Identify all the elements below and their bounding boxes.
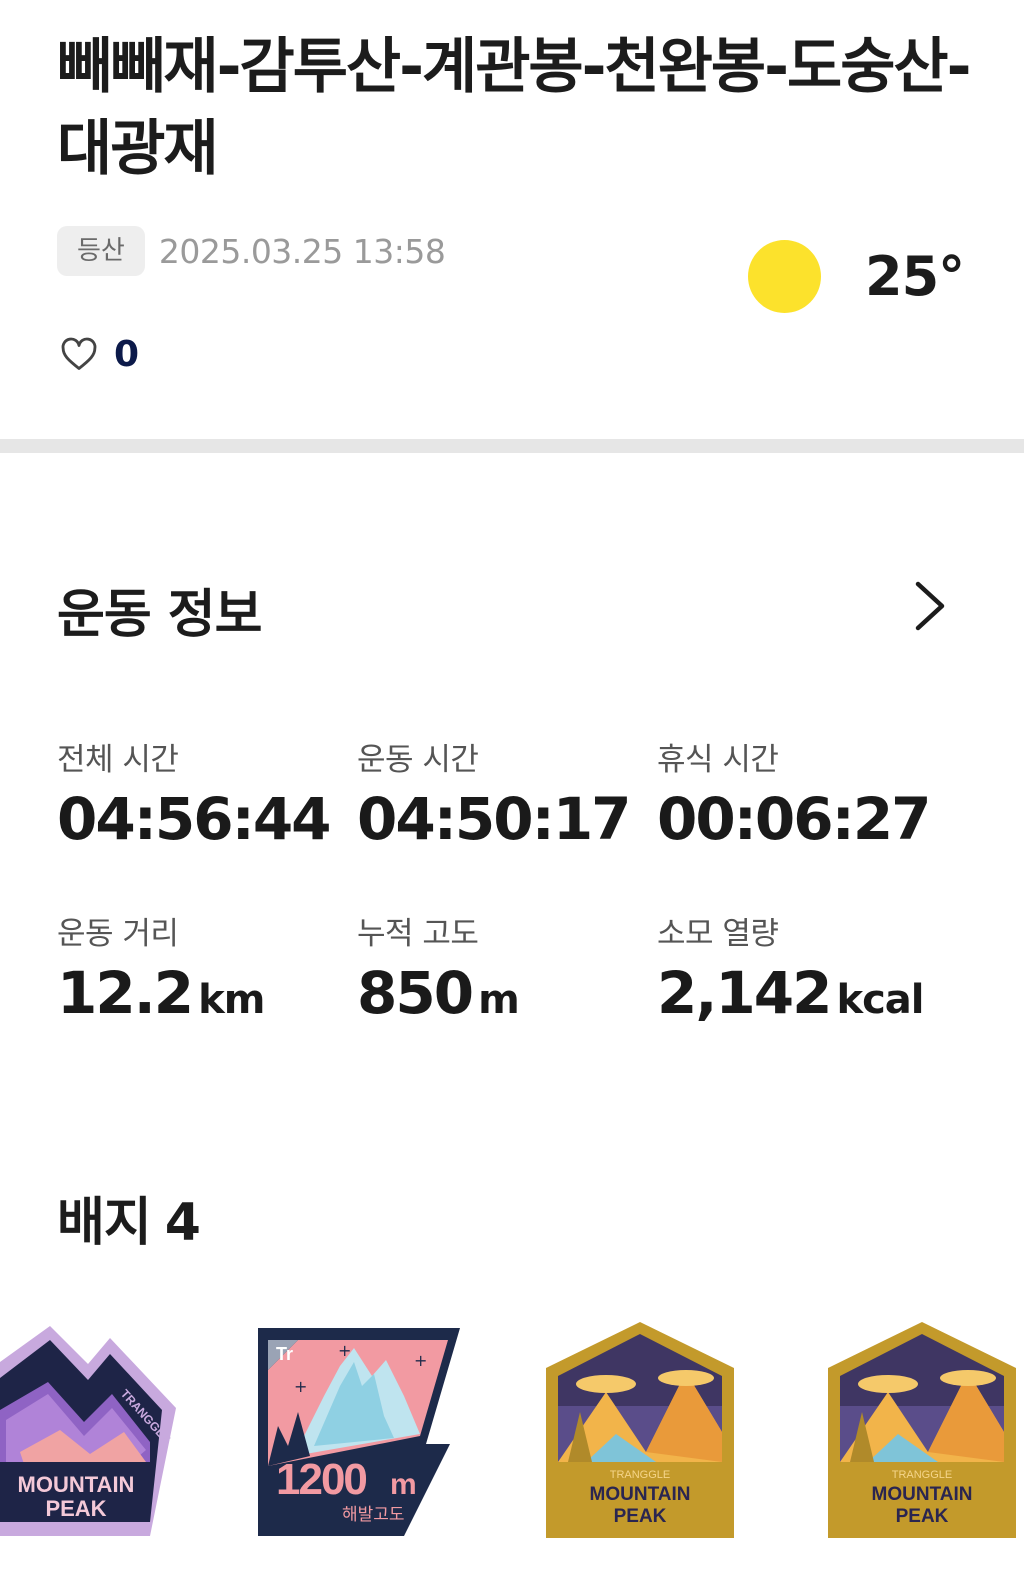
stat-unit: kcal: [836, 977, 924, 1023]
badges-title: 배지 4: [57, 1193, 201, 1253]
weather-info: 25°: [748, 240, 965, 313]
badge-mountain-peak-purple[interactable]: TRANGGLE MOUNTAIN PEAK: [0, 1322, 176, 1536]
svg-text:MOUNTAIN: MOUNTAIN: [18, 1472, 135, 1497]
stat-unit: km: [198, 977, 265, 1023]
mountain-peak-badge-icon[interactable]: TRANGGLE MOUNTAIN PEAK: [828, 1322, 1016, 1538]
meta-row: 등산 2025.03.25 13:58: [57, 226, 446, 276]
svg-text:MOUNTAIN: MOUNTAIN: [872, 1484, 973, 1505]
activity-datetime: 2025.03.25 13:58: [158, 231, 446, 271]
svg-text:Tr: Tr: [276, 1344, 293, 1364]
exercise-info-title: 운동 정보: [57, 585, 262, 645]
stat-distance: 운동 거리 12.2 km: [57, 908, 347, 1027]
stat-label: 누적 고도: [357, 916, 479, 952]
mountain-peak-badge-icon[interactable]: TRANGGLE MOUNTAIN PEAK: [546, 1322, 734, 1538]
badge-altitude-1200m[interactable]: Tr + + + 1200 m 해발고도: [254, 1326, 462, 1538]
activity-detail-page: 빼빼재-감투산-계관봉-천완봉-도숭산-대광재 등산 2025.03.25 13…: [0, 0, 1024, 1583]
stat-label: 전체 시간: [57, 742, 179, 778]
stat-label: 운동 거리: [57, 916, 179, 952]
altitude-1200m-badge-icon[interactable]: Tr + + + 1200 m 해발고도: [254, 1326, 462, 1538]
stat-elevation: 누적 고도 850 m: [357, 908, 647, 1027]
like-count: 0: [114, 334, 140, 375]
svg-text:+: +: [294, 1377, 307, 1396]
svg-text:TRANGGLE: TRANGGLE: [610, 1469, 671, 1481]
like-button[interactable]: 0: [60, 334, 139, 375]
route-title: 빼빼재-감투산-계관봉-천완봉-도숭산-대광재: [57, 32, 972, 184]
stat-exercise-time: 운동 시간 04:50:17: [357, 734, 647, 853]
stat-label: 휴식 시간: [657, 742, 779, 778]
svg-text:해발고도: 해발고도: [342, 1505, 405, 1525]
stat-value: 2,142 kcal: [657, 959, 924, 1027]
svg-text:PEAK: PEAK: [896, 1506, 949, 1527]
svg-text:PEAK: PEAK: [614, 1506, 667, 1527]
badge-mountain-peak-gold[interactable]: TRANGGLE MOUNTAIN PEAK: [828, 1322, 1016, 1538]
stat-value: 00:06:27: [657, 785, 932, 853]
stat-unit: m: [478, 977, 520, 1023]
section-divider: [0, 439, 1024, 453]
stat-calories: 소모 열량 2,142 kcal: [657, 908, 947, 1027]
badge-mountain-peak-gold[interactable]: TRANGGLE MOUNTAIN PEAK: [546, 1322, 734, 1538]
svg-text:MOUNTAIN: MOUNTAIN: [590, 1484, 691, 1505]
heart-icon[interactable]: [60, 336, 98, 374]
stat-label: 소모 열량: [657, 916, 779, 952]
chevron-right-icon[interactable]: [904, 574, 952, 638]
stat-value: 04:50:17: [357, 785, 632, 853]
stat-total-time: 전체 시간 04:56:44: [57, 734, 347, 853]
stat-value: 850 m: [357, 959, 520, 1027]
svg-text:TRANGGLE: TRANGGLE: [892, 1469, 953, 1481]
temperature: 25°: [865, 245, 965, 308]
svg-text:+: +: [338, 1341, 351, 1360]
stat-rest-time: 휴식 시간 00:06:27: [657, 734, 947, 853]
svg-text:+: +: [414, 1351, 427, 1370]
activity-type-tag: 등산: [57, 226, 145, 276]
svg-text:1200: 1200: [276, 1455, 366, 1504]
stat-value: 12.2 km: [57, 959, 265, 1027]
stat-label: 운동 시간: [357, 742, 479, 778]
badge-count: 4: [164, 1193, 201, 1253]
svg-text:m: m: [390, 1468, 417, 1501]
stat-value: 04:56:44: [57, 785, 332, 853]
sun-icon: [748, 240, 821, 313]
mountain-peak-badge-icon[interactable]: TRANGGLE MOUNTAIN PEAK: [0, 1322, 176, 1536]
svg-text:PEAK: PEAK: [45, 1496, 106, 1521]
